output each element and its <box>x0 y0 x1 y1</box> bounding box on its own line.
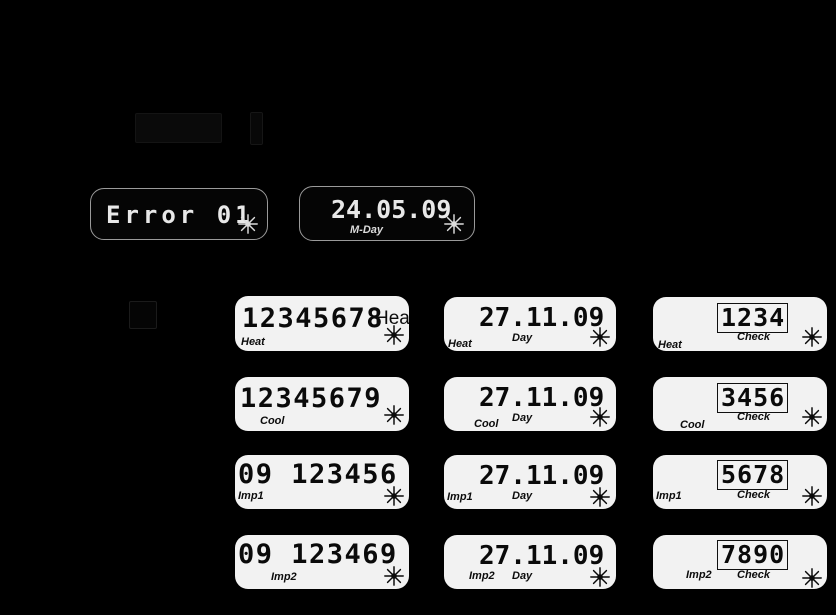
counter-value: 12345678 <box>242 303 385 334</box>
check-tag: Cool <box>680 419 705 431</box>
date-tag: Imp2 <box>469 570 495 582</box>
date-center-label: Day <box>512 332 533 344</box>
date-tag: Cool <box>474 418 499 430</box>
date-center-label: Day <box>512 412 533 424</box>
mday-display-panel[interactable]: 24.05.09 M-Day <box>299 186 475 241</box>
check-tag: Imp1 <box>656 490 682 502</box>
starburst-icon <box>801 406 823 428</box>
check-panel-imp1[interactable]: 5678 Check Imp1 <box>653 455 827 509</box>
mday-sub-label: M-Day <box>350 224 384 236</box>
check-panel-heat[interactable]: 1234 Check Heat <box>653 297 827 351</box>
starburst-icon <box>443 213 465 235</box>
check-tag: Heat <box>658 339 682 351</box>
counter-panel-imp1[interactable]: 09 123456 Imp1 <box>235 455 409 509</box>
starburst-icon <box>589 406 611 428</box>
starburst-icon <box>383 485 405 507</box>
counter-panel-cool[interactable]: 12345679 Cool <box>235 377 409 431</box>
starburst-icon <box>801 326 823 348</box>
counter-panel-heat[interactable]: 12345678 Heat Heat <box>235 296 409 351</box>
date-center-label: Day <box>512 570 533 582</box>
date-tag: Imp1 <box>447 491 473 503</box>
left-dark-square <box>129 301 157 329</box>
check-value: 7890 <box>717 540 789 570</box>
check-tag: Imp2 <box>686 569 712 581</box>
date-center-label: Day <box>512 490 533 502</box>
date-value: 27.11.09 <box>479 303 605 333</box>
date-tag: Heat <box>448 338 472 350</box>
check-value: 5678 <box>717 460 789 490</box>
date-value: 27.11.09 <box>479 461 605 491</box>
counter-panel-imp2[interactable]: 09 123469 Imp2 <box>235 535 409 589</box>
mday-value: 24.05.09 <box>331 195 452 224</box>
counter-value: 09 123469 <box>238 539 398 570</box>
starburst-icon <box>237 213 259 235</box>
check-panel-imp2[interactable]: 7890 Check Imp2 <box>653 535 827 589</box>
counter-value: 12345679 <box>240 383 383 414</box>
starburst-icon <box>589 566 611 588</box>
date-panel-imp1[interactable]: 27.11.09 Day Imp1 <box>444 455 616 509</box>
top-dark-tab <box>250 112 263 145</box>
counter-tag: Heat <box>241 336 265 348</box>
starburst-icon <box>589 486 611 508</box>
starburst-icon <box>383 324 405 346</box>
starburst-icon <box>383 404 405 426</box>
top-dark-bar <box>135 113 222 143</box>
date-panel-cool[interactable]: 27.11.09 Day Cool <box>444 377 616 431</box>
check-center-label: Check <box>737 489 771 501</box>
counter-tag: Imp1 <box>238 490 264 502</box>
starburst-icon <box>801 485 823 507</box>
check-center-label: Check <box>737 411 771 423</box>
check-center-label: Check <box>737 569 771 581</box>
check-value: 3456 <box>717 383 789 413</box>
check-panel-cool[interactable]: 3456 Check Cool <box>653 377 827 431</box>
date-panel-imp2[interactable]: 27.11.09 Day Imp2 <box>444 535 616 589</box>
check-value: 1234 <box>717 303 789 333</box>
counter-tag: Cool <box>260 415 285 427</box>
counter-value: 09 123456 <box>238 459 398 490</box>
starburst-icon <box>801 567 823 589</box>
starburst-icon <box>383 565 405 587</box>
counter-tag: Imp2 <box>271 571 297 583</box>
error-value: Error 01 <box>106 201 254 229</box>
date-value: 27.11.09 <box>479 383 605 413</box>
starburst-icon <box>589 326 611 348</box>
date-panel-heat[interactable]: 27.11.09 Day Heat <box>444 297 616 351</box>
check-center-label: Check <box>737 331 771 343</box>
date-value: 27.11.09 <box>479 541 605 571</box>
error-display-panel[interactable]: Error 01 <box>90 188 268 240</box>
